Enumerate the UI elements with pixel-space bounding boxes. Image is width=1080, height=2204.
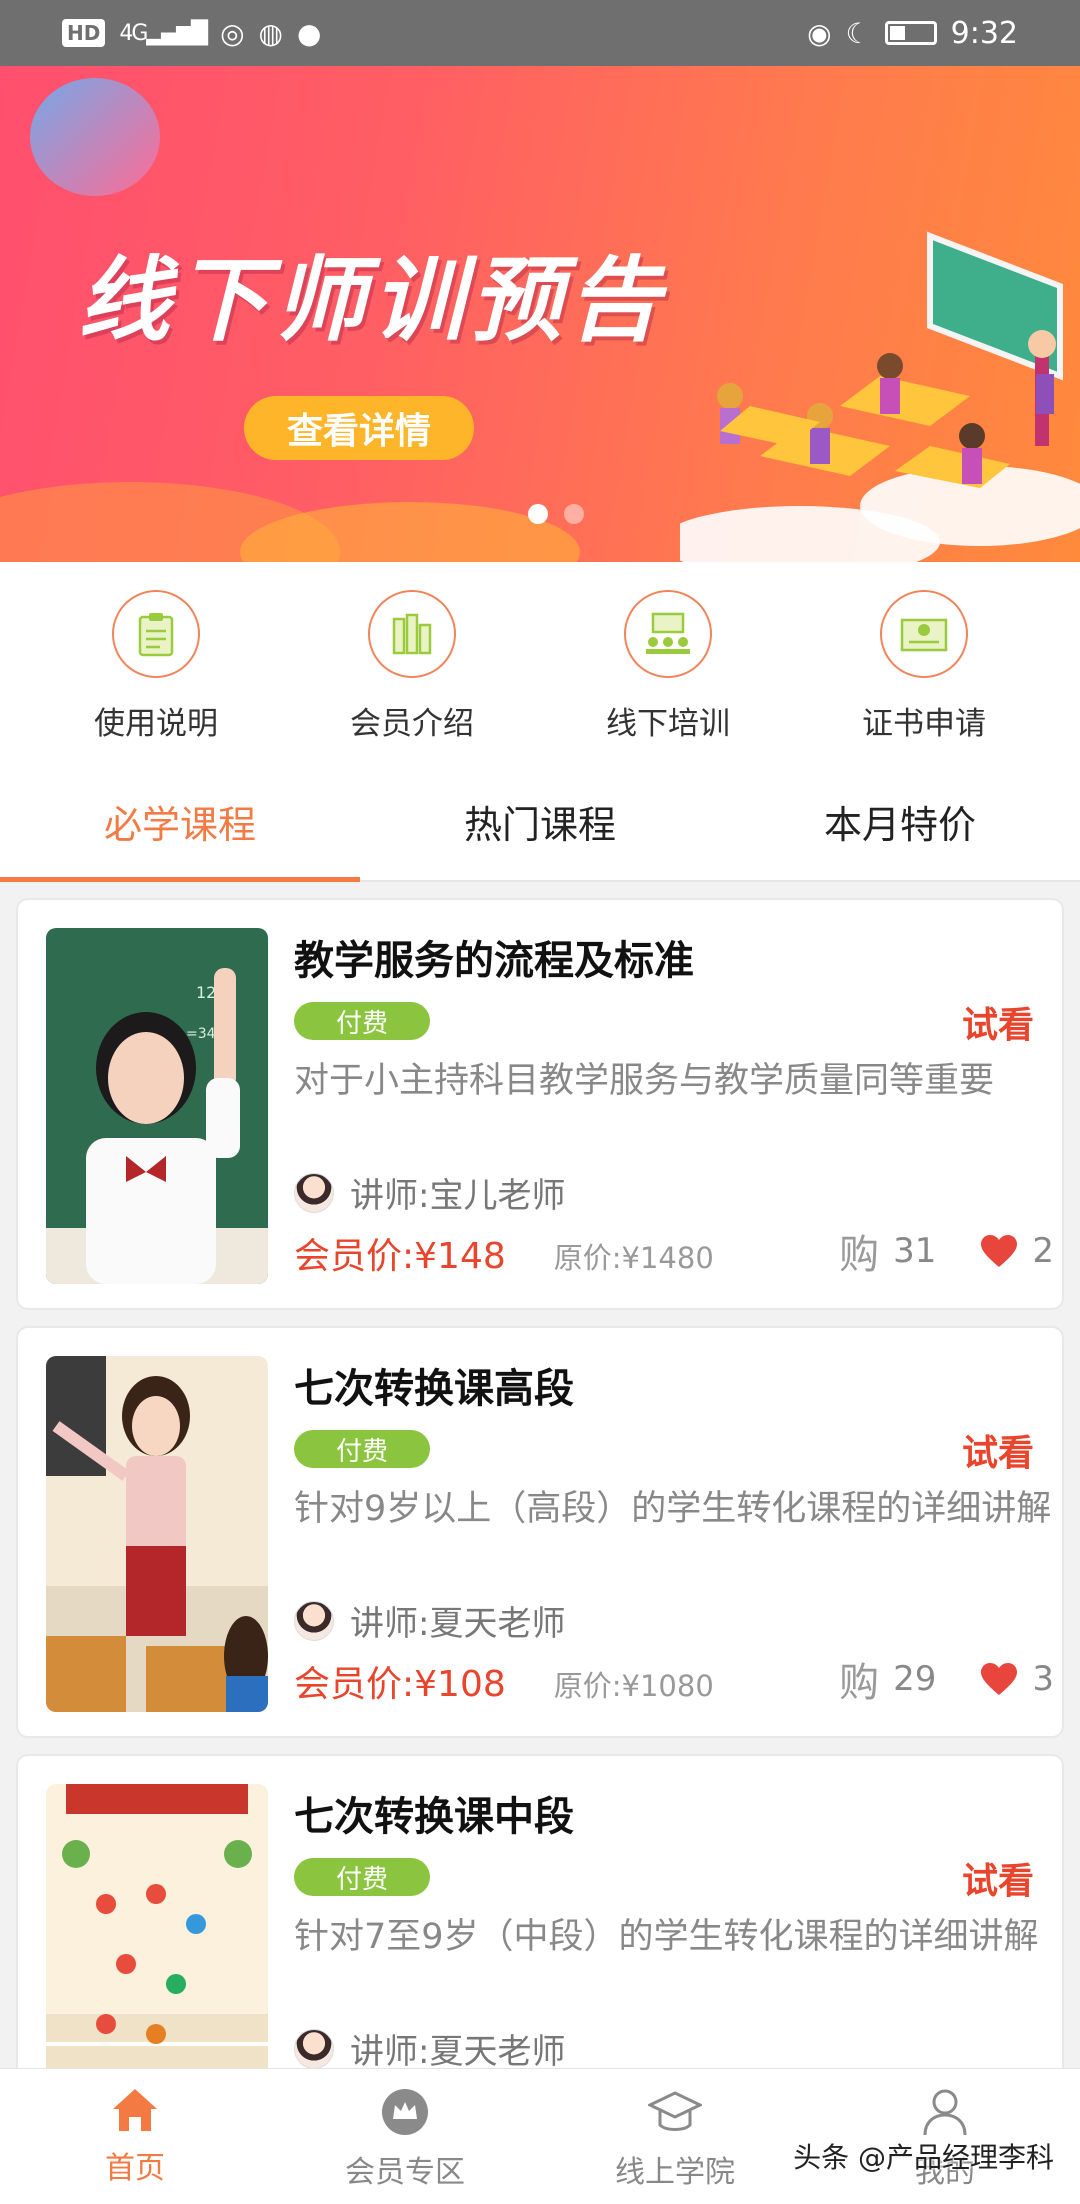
course-list[interactable]: 12-4 =34 ÷ 教学服务的流程及标准 付费 试看 对于小主持科目教学服务与… xyxy=(0,884,1080,2068)
clipboard-icon xyxy=(112,590,200,678)
course-teacher: 讲师:夏天老师 xyxy=(294,2024,565,2068)
moon-icon: ☾ xyxy=(845,16,871,50)
paid-badge: 付费 xyxy=(294,1430,430,1468)
quick-menu-label: 证书申请 xyxy=(862,706,986,742)
nav-home[interactable]: 首页 xyxy=(0,2069,270,2204)
purchase-count: 31 xyxy=(893,1231,937,1271)
teacher-name: 讲师:夏天老师 xyxy=(350,2032,566,2068)
crown-icon xyxy=(382,2089,428,2135)
course-title: 教学服务的流程及标准 xyxy=(294,938,694,984)
hotspot-icon: ◎ xyxy=(220,16,245,50)
quick-menu-label: 会员介绍 xyxy=(350,706,474,742)
quick-menu-usage-guide[interactable]: 使用说明 xyxy=(28,562,284,762)
purchase-icon: 购 xyxy=(839,1232,880,1278)
member-price: 会员价:¥108 xyxy=(294,1664,506,1705)
status-right: ◉ ☾ 9:32 xyxy=(807,16,1018,51)
teacher-avatar xyxy=(294,2028,334,2068)
signal-icon: 4G▂▄▆█ xyxy=(119,20,208,46)
course-card[interactable]: 七次转换课中段 付费 试看 针对7至9岁（中段）的学生转化课程的详细讲解 讲师:… xyxy=(16,1754,1064,2068)
heart-icon[interactable] xyxy=(980,1662,1018,1696)
nav-label: 会员专区 xyxy=(345,2155,465,2190)
carousel-dot[interactable] xyxy=(528,504,548,524)
certificate-icon xyxy=(880,590,968,678)
watermark: 头条 @产品经理李科 xyxy=(793,2141,1054,2174)
course-title: 七次转换课中段 xyxy=(294,1794,574,1840)
promo-banner[interactable]: 线下师训预告 查看详情 xyxy=(0,66,1080,562)
teacher-avatar xyxy=(294,1600,334,1641)
books-icon xyxy=(368,590,456,678)
course-thumbnail: 12-4 =34 ÷ xyxy=(46,928,268,1284)
clock: 9:32 xyxy=(950,15,1018,51)
course-teacher: 讲师:宝儿老师 xyxy=(294,1168,565,1217)
nav-label: 首页 xyxy=(105,2151,165,2186)
tab-popular-courses[interactable]: 热门课程 xyxy=(360,762,720,880)
view-details-button[interactable]: 查看详情 xyxy=(244,396,474,460)
quick-menu-offline-training[interactable]: 线下培训 xyxy=(540,562,796,762)
price-row: 会员价:¥148 原价:¥1480 购 31 2 xyxy=(294,1222,1054,1280)
nav-online-academy[interactable]: 线上学院 xyxy=(540,2069,810,2204)
tab-required-courses[interactable]: 必学课程 xyxy=(0,762,360,882)
nav-member-zone[interactable]: 会员专区 xyxy=(270,2069,540,2204)
original-price: 原价:¥1480 xyxy=(553,1241,714,1275)
paid-badge: 付费 xyxy=(294,1858,430,1896)
trial-button[interactable]: 试看 xyxy=(962,1424,1034,1476)
course-thumbnail xyxy=(46,1356,268,1712)
course-description: 针对7至9岁（中段）的学生转化课程的详细讲解 xyxy=(294,1917,1039,1957)
decor-bubble xyxy=(30,78,160,196)
quick-menu: 使用说明 会员介绍 线下培训 证书申请 xyxy=(0,562,1080,762)
heart-icon[interactable] xyxy=(980,1234,1018,1268)
classroom-icon xyxy=(624,590,712,678)
member-price: 会员价:¥148 xyxy=(294,1236,506,1277)
course-thumbnail xyxy=(46,1784,268,2068)
like-count: 3 xyxy=(1032,1659,1054,1699)
carousel-dot[interactable] xyxy=(564,504,584,524)
status-bar: HD 4G▂▄▆█ ◎ ◍ ● ◉ ☾ 9:32 xyxy=(0,0,1080,66)
nav-label: 线上学院 xyxy=(615,2155,735,2190)
course-stats: 购 29 3 xyxy=(839,1650,1054,1708)
teacher-avatar xyxy=(294,1172,334,1213)
purchase-count: 29 xyxy=(893,1659,937,1699)
home-icon xyxy=(113,2089,157,2131)
message-icon: ● xyxy=(296,16,322,50)
course-title: 七次转换课高段 xyxy=(294,1366,574,1412)
quick-menu-certificate[interactable]: 证书申请 xyxy=(796,562,1052,762)
quick-menu-label: 使用说明 xyxy=(94,706,218,742)
price-row: 会员价:¥108 原价:¥1080 购 29 3 xyxy=(294,1650,1054,1708)
like-count: 2 xyxy=(1032,1231,1054,1271)
hd-badge: HD xyxy=(62,19,106,47)
course-teacher: 讲师:夏天老师 xyxy=(294,1596,565,1645)
course-tabs: 必学课程 热门课程 本月特价 xyxy=(0,762,1080,882)
tab-monthly-specials[interactable]: 本月特价 xyxy=(720,762,1080,880)
classroom-illustration xyxy=(680,231,1080,562)
course-card[interactable]: 12-4 =34 ÷ 教学服务的流程及标准 付费 试看 对于小主持科目教学服务与… xyxy=(16,898,1064,1310)
teacher-name: 讲师:夏天老师 xyxy=(350,1604,566,1644)
quick-menu-label: 线下培训 xyxy=(606,706,730,742)
course-stats: 购 31 2 xyxy=(839,1222,1054,1280)
paid-badge: 付费 xyxy=(294,1002,430,1040)
user-icon xyxy=(923,2089,967,2136)
trial-button[interactable]: 试看 xyxy=(962,996,1034,1048)
course-card[interactable]: 七次转换课高段 付费 试看 针对9岁以上（高段）的学生转化课程的详细讲解 讲师:… xyxy=(16,1326,1064,1738)
banner-title: 线下师训预告 xyxy=(78,247,667,354)
teacher-name: 讲师:宝儿老师 xyxy=(350,1176,566,1216)
graduation-cap-icon xyxy=(648,2091,702,2131)
original-price: 原价:¥1080 xyxy=(553,1669,714,1703)
globe-icon: ◍ xyxy=(258,16,283,50)
eye-icon: ◉ xyxy=(807,16,832,50)
carousel-indicator xyxy=(528,504,584,524)
trial-button[interactable]: 试看 xyxy=(962,1852,1034,1904)
status-left: HD 4G▂▄▆█ ◎ ◍ ● xyxy=(62,17,321,50)
course-description: 对于小主持科目教学服务与教学质量同等重要 xyxy=(294,1061,995,1101)
battery-icon xyxy=(884,21,937,45)
purchase-icon: 购 xyxy=(839,1660,880,1706)
course-description: 针对9岁以上（高段）的学生转化课程的详细讲解 xyxy=(294,1489,1052,1529)
quick-menu-member-intro[interactable]: 会员介绍 xyxy=(284,562,540,762)
